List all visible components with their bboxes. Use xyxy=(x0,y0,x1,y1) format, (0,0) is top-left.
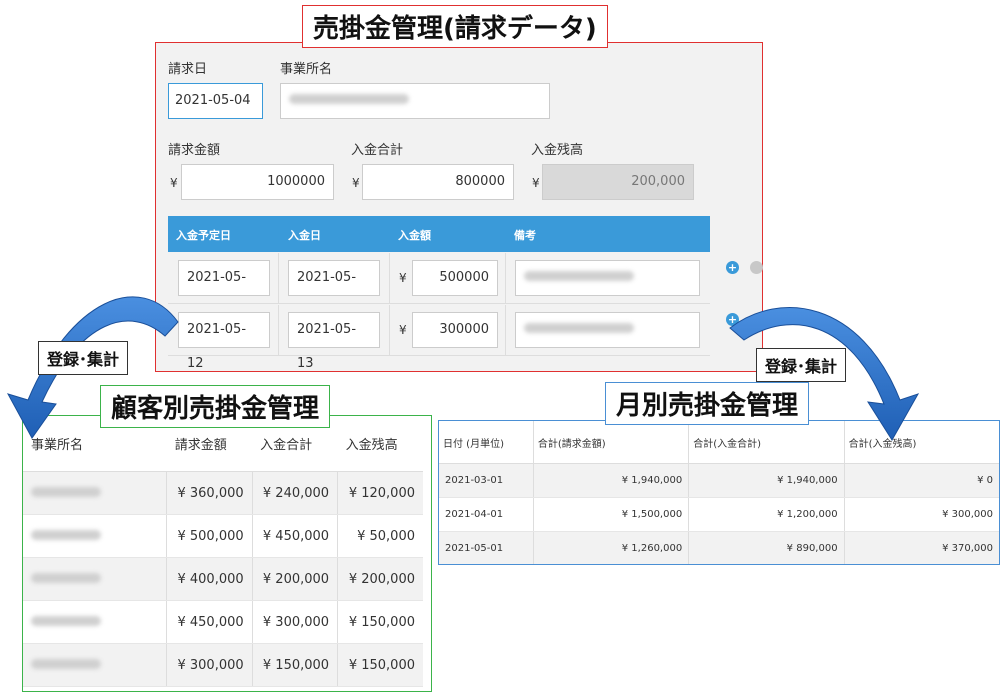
monthly-title: 月別売掛金管理 xyxy=(605,382,810,425)
right-flow-label: 登録･集計 xyxy=(756,348,847,382)
left-flow-label: 登録･集計 xyxy=(38,341,129,375)
main-title: 売掛金管理(請求データ) xyxy=(302,5,608,48)
flow-arrows xyxy=(6,296,920,441)
customer-title: 顧客別売掛金管理 xyxy=(100,385,331,428)
